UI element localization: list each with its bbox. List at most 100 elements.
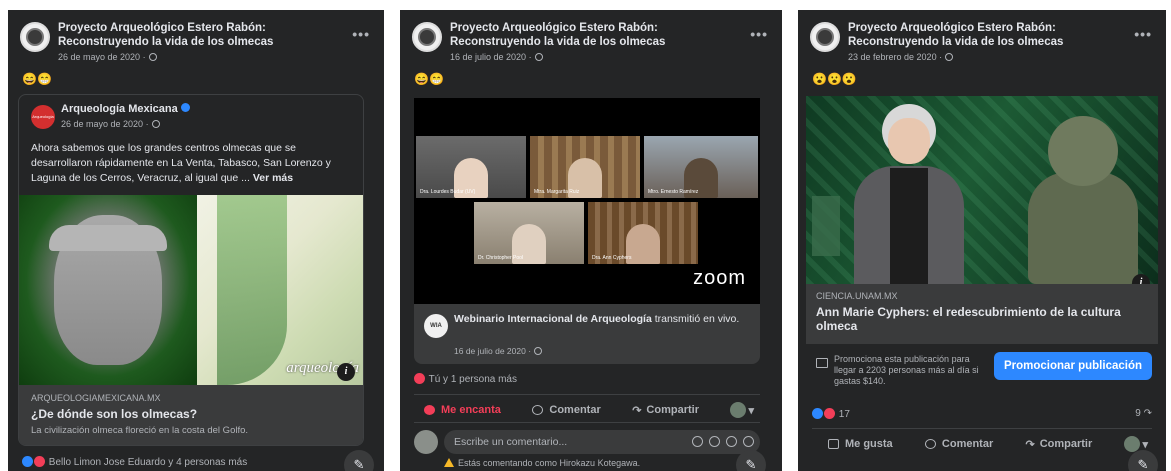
participant-name: Mtra. Margarita Ruiz: [534, 189, 580, 195]
megaphone-icon: [816, 358, 828, 368]
share-icon: ↷: [1143, 408, 1152, 419]
info-icon[interactable]: i: [337, 363, 355, 381]
verified-badge-icon: [180, 103, 190, 112]
promote-bar: Promociona esta publicación para llegar …: [806, 350, 1158, 394]
love-reaction-icon: [824, 408, 835, 419]
post-date[interactable]: 16 de julio de 2020 ·: [450, 52, 543, 62]
olmec-head-image: [19, 195, 197, 385]
post-date[interactable]: 23 de febrero de 2020 ·: [848, 52, 954, 62]
shared-avatar-text: Arqueología: [32, 114, 54, 119]
share-count[interactable]: 9 ↷: [1135, 408, 1152, 419]
live-date[interactable]: 16 de julio de 2020 ·: [454, 346, 543, 356]
chevron-down-icon: ▾: [748, 404, 754, 417]
participant-name: Dra. Ann Cyphers: [592, 255, 632, 261]
share-icon: ↷: [632, 404, 642, 417]
share-button[interactable]: ↷ Compartir: [1025, 438, 1092, 451]
user-avatar[interactable]: [414, 430, 438, 454]
shared-post-card: Arqueología Arqueología Mexicana 26 de m…: [18, 94, 364, 446]
warning-icon: [444, 458, 454, 467]
live-text: Webinario Internacional de Arqueología t…: [454, 313, 740, 325]
participant-name: Dr. Christopher Pool: [478, 255, 524, 261]
page-avatar[interactable]: [810, 22, 840, 52]
more-dots-icon[interactable]: •••: [750, 26, 768, 42]
love-reaction-icon: [34, 456, 45, 467]
post-header: Proyecto Arqueológico Estero Rabón: Reco…: [412, 20, 772, 76]
video-tile: Dra. Lourdes Budar (UV): [416, 136, 526, 198]
love-button[interactable]: Me encanta: [424, 404, 501, 416]
promote-post-button[interactable]: Promocionar publicación: [994, 352, 1152, 380]
host-name[interactable]: Webinario Internacional de Arqueología: [454, 313, 652, 325]
compose-icon[interactable]: ✎: [736, 450, 766, 471]
divider: [812, 428, 1152, 429]
user-mini-avatar: [730, 402, 747, 418]
thumbs-up-icon: [828, 439, 839, 449]
post-date[interactable]: 26 de mayo de 2020 ·: [58, 52, 157, 62]
link-preview-image[interactable]: [806, 96, 1158, 284]
globe-icon: [148, 53, 157, 61]
gulf-map-image: arqueología: [197, 195, 363, 385]
post-panel-1: Proyecto Arqueológico Estero Rabón: Reco…: [8, 10, 384, 471]
link-title: ¿De dónde son los olmecas?: [31, 407, 198, 421]
post-emoji: 😮😮😮: [812, 72, 857, 86]
more-dots-icon[interactable]: •••: [352, 26, 370, 42]
participant-name: Mtro. Ernesto Ramírez: [648, 189, 699, 195]
reaction-count: 17: [838, 409, 850, 420]
more-dots-icon[interactable]: •••: [1134, 26, 1152, 42]
post-header: Proyecto Arqueológico Estero Rabón: Reco…: [810, 20, 1156, 76]
like-button[interactable]: Me gusta: [828, 438, 893, 450]
reactions-summary[interactable]: 17 9 ↷: [812, 408, 1152, 420]
link-subtitle: La civilización olmeca floreció en la co…: [31, 425, 249, 436]
gif-icon[interactable]: [726, 436, 737, 447]
love-reaction-icon: [414, 373, 425, 384]
divider: [414, 394, 760, 395]
share-button[interactable]: ↷ Compartir: [632, 404, 699, 417]
video-tile: Mtra. Margarita Ruiz: [530, 136, 640, 198]
participant-name: Dra. Lourdes Budar (UV): [420, 189, 476, 195]
page-name[interactable]: Proyecto Arqueológico Estero Rabón: Reco…: [58, 21, 328, 49]
live-info-box[interactable]: WIA Webinario Internacional de Arqueolog…: [414, 304, 760, 364]
video-tile: Dr. Christopher Pool: [474, 202, 584, 264]
divider: [414, 422, 760, 423]
globe-icon: [945, 53, 954, 61]
like-reaction-icon: [812, 408, 823, 419]
zoom-logo: zoom: [693, 267, 746, 289]
share-icon: ↷: [1025, 438, 1035, 451]
emoji-icon[interactable]: [709, 436, 720, 447]
page-avatar[interactable]: [20, 22, 50, 52]
shared-post-text: Ahora sabemos que los grandes centros ol…: [31, 142, 331, 184]
camera-icon[interactable]: [743, 436, 754, 447]
reactions-summary[interactable]: Bello Limon Jose Eduardo y 4 personas má…: [22, 456, 247, 468]
video-player[interactable]: Dra. Lourdes Budar (UV) Mtra. Margarita …: [414, 98, 760, 304]
olmec-statue-image: [1028, 116, 1138, 284]
like-reaction-icon: [22, 456, 33, 467]
video-tile: Mtro. Ernesto Ramírez: [644, 136, 758, 198]
shared-author-name[interactable]: Arqueología Mexicana: [61, 103, 190, 115]
reaction-selector[interactable]: ▾: [730, 402, 754, 418]
link-source: ARQUEOLOGIAMEXICANA.MX: [31, 393, 161, 403]
link-preview-box[interactable]: CIENCIA.UNAM.MX Ann Marie Cyphers: el re…: [806, 284, 1158, 344]
compose-icon[interactable]: ✎: [1128, 450, 1158, 471]
page-name[interactable]: Proyecto Arqueológico Estero Rabón: Reco…: [848, 21, 1118, 49]
compose-icon[interactable]: ✎: [344, 450, 374, 471]
globe-icon: [151, 120, 160, 128]
commenting-as-notice: Estás comentando como Hirokazu Kotegawa.: [444, 458, 640, 468]
see-more-link[interactable]: Ver más: [253, 172, 293, 184]
reactions-summary[interactable]: Tú y 1 persona más: [414, 373, 517, 385]
sticker-icon[interactable]: [692, 436, 703, 447]
comment-button[interactable]: Comentar: [532, 404, 601, 416]
action-bar: Me encanta Comentar ↷ Compartir ▾: [424, 402, 754, 418]
host-avatar[interactable]: WIA: [424, 314, 448, 338]
page-name[interactable]: Proyecto Arqueológico Estero Rabón: Reco…: [450, 21, 720, 49]
link-preview-box[interactable]: ARQUEOLOGIAMEXICANA.MX ¿De dónde son los…: [19, 385, 363, 445]
reactions-text: Bello Limon Jose Eduardo y 4 personas má…: [48, 457, 248, 468]
comment-composer: [414, 430, 760, 456]
shared-post-date[interactable]: 26 de mayo de 2020 ·: [61, 119, 160, 129]
post-emoji: 😄😁: [22, 72, 52, 86]
link-preview-image[interactable]: arqueología: [19, 195, 363, 385]
promo-text: Promociona esta publicación para llegar …: [834, 354, 979, 386]
post-panel-3: Proyecto Arqueológico Estero Rabón: Reco…: [798, 10, 1166, 471]
shared-author-avatar[interactable]: Arqueología: [31, 105, 55, 129]
page-avatar[interactable]: [412, 22, 442, 52]
comment-button[interactable]: Comentar: [924, 438, 993, 450]
video-tile: Dra. Ann Cyphers: [588, 202, 698, 264]
